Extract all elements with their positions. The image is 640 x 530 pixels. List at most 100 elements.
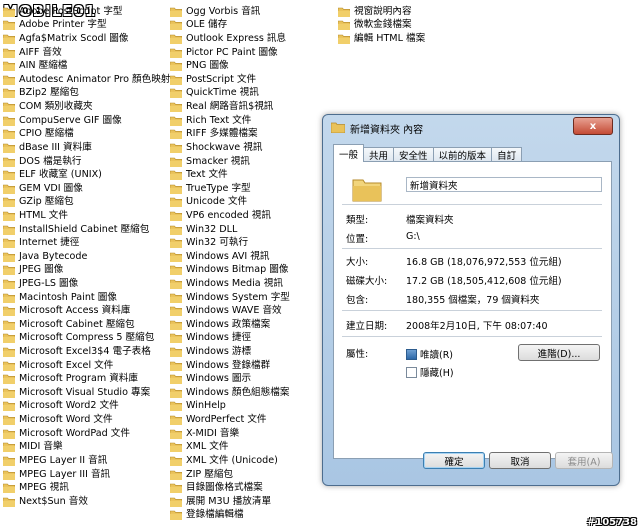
folder-item[interactable]: XML 文件 <box>170 441 290 455</box>
folder-item[interactable]: CompuServe GIF 圖像 <box>3 114 170 128</box>
folder-item[interactable]: JPEG-LS 圖像 <box>3 277 170 291</box>
folder-item[interactable]: Microsoft WordPad 文件 <box>3 427 170 441</box>
folder-item[interactable]: Text 文件 <box>170 168 290 182</box>
folder-item[interactable]: 展開 M3U 播放清單 <box>170 495 290 509</box>
folder-item[interactable]: Agfa$Matrix Scodl 圖像 <box>3 32 170 46</box>
folder-item[interactable]: PostScript 文件 <box>170 73 290 87</box>
folder-icon <box>170 7 182 17</box>
folder-item[interactable]: AIN 壓縮檔 <box>3 59 170 73</box>
folder-item[interactable]: Adobe Printer 字型 <box>3 19 170 33</box>
folder-label: Unicode 文件 <box>186 196 248 208</box>
folder-item[interactable]: MPEG 視訊 <box>3 481 170 495</box>
tab-sharing[interactable]: 共用 <box>363 147 395 162</box>
folder-icon <box>3 48 15 58</box>
folder-item[interactable]: Microsoft Program 資料庫 <box>3 372 170 386</box>
folder-item[interactable]: 登錄檔編輯檔 <box>170 509 290 523</box>
tab-customize[interactable]: 自訂 <box>491 147 523 162</box>
folder-item[interactable]: Windows System 字型 <box>170 291 290 305</box>
folder-item[interactable]: Outlook Express 訊息 <box>170 32 290 46</box>
apply-button[interactable]: 套用(A) <box>555 452 613 469</box>
folder-label: 編輯 HTML 檔案 <box>354 33 426 45</box>
folder-item[interactable]: Windows 顏色組態檔案 <box>170 386 290 400</box>
folder-item[interactable]: Win32 DLL <box>170 223 290 237</box>
tab-general[interactable]: 一般 <box>333 144 365 162</box>
folder-item[interactable]: MIDI 音樂 <box>3 441 170 455</box>
folder-item[interactable]: Windows WAVE 音效 <box>170 304 290 318</box>
folder-item[interactable]: BZip2 壓縮包 <box>3 87 170 101</box>
folder-item[interactable]: InstallShield Cabinet 壓縮包 <box>3 223 170 237</box>
folder-item[interactable]: Ogg Vorbis 音訊 <box>170 5 290 19</box>
folder-item[interactable]: CPIO 壓縮檔 <box>3 127 170 141</box>
folder-label: AIN 壓縮檔 <box>19 60 68 72</box>
folder-item[interactable]: Microsoft Visual Studio 專案 <box>3 386 170 400</box>
folder-item[interactable]: Autodesc Animator Pro 顏色映射 <box>3 73 170 87</box>
folder-item[interactable]: Windows Bitmap 圖像 <box>170 264 290 278</box>
folder-item[interactable]: 視窗說明內容 <box>338 5 425 19</box>
folder-item[interactable]: Next$Sun 音效 <box>3 495 170 509</box>
folder-item[interactable]: Microsoft Cabinet 壓縮包 <box>3 318 170 332</box>
folder-label: COM 類別收藏夾 <box>19 101 93 113</box>
advanced-button[interactable]: 進階(D)... <box>518 344 600 361</box>
folder-item[interactable]: QuickTime 視訊 <box>170 87 290 101</box>
folder-icon <box>3 197 15 208</box>
folder-item[interactable]: 編輯 HTML 檔案 <box>338 32 425 46</box>
folder-item[interactable]: Windows Media 視訊 <box>170 277 290 291</box>
folder-item[interactable]: Microsoft Compress 5 壓縮包 <box>3 332 170 346</box>
folder-item[interactable]: MPEG Layer III 音訊 <box>3 468 170 482</box>
folder-item[interactable]: XML 文件 (Unicode) <box>170 454 290 468</box>
folder-item[interactable]: Smacker 視訊 <box>170 155 290 169</box>
folder-item[interactable]: Internet 捷徑 <box>3 236 170 250</box>
folder-item[interactable]: 微軟金錢檔案 <box>338 19 425 33</box>
folder-item[interactable]: PNG 圖像 <box>170 59 290 73</box>
folder-item[interactable]: Shockwave 視訊 <box>170 141 290 155</box>
hidden-checkbox[interactable]: 隱藏(H) <box>406 365 454 379</box>
folder-item[interactable]: RIFF 多媒體檔案 <box>170 127 290 141</box>
folder-item[interactable]: OLE 儲存 <box>170 19 290 33</box>
folder-item[interactable]: JPEG 圖像 <box>3 264 170 278</box>
folder-item[interactable]: WinHelp <box>170 400 290 414</box>
folder-item[interactable]: Windows 捷徑 <box>170 332 290 346</box>
folder-item[interactable]: ZIP 壓縮包 <box>170 468 290 482</box>
folder-item[interactable]: GEM VDI 圖像 <box>3 182 170 196</box>
created-value: 2008年2月10日, 下午 08:07:40 <box>406 321 548 332</box>
folder-item[interactable]: GZip 壓縮包 <box>3 196 170 210</box>
folder-item[interactable]: AIFF 音效 <box>3 46 170 60</box>
folder-item[interactable]: Rich Text 文件 <box>170 114 290 128</box>
folder-name-field[interactable]: 新增資料夾 <box>406 177 602 192</box>
tab-security[interactable]: 安全性 <box>393 147 434 162</box>
folder-item[interactable]: Microsoft Excel 文件 <box>3 359 170 373</box>
tab-previous-versions[interactable]: 以前的版本 <box>432 147 493 162</box>
folder-item[interactable]: X-MIDI 音樂 <box>170 427 290 441</box>
folder-item[interactable]: MPEG Layer II 音訊 <box>3 454 170 468</box>
folder-item[interactable]: Microsoft Word2 文件 <box>3 400 170 414</box>
folder-item[interactable]: ELF 收藏室 (UNIX) <box>3 168 170 182</box>
folder-item[interactable]: Windows 政策檔案 <box>170 318 290 332</box>
folder-item[interactable]: Windows 登錄檔群 <box>170 359 290 373</box>
folder-item[interactable]: Java Bytecode <box>3 250 170 264</box>
folder-item[interactable]: HTML 文件 <box>3 209 170 223</box>
folder-item[interactable]: Windows AVI 視訊 <box>170 250 290 264</box>
folder-item[interactable]: WordPerfect 文件 <box>170 413 290 427</box>
folder-item[interactable]: COM 類別收藏夾 <box>3 100 170 114</box>
folder-item[interactable]: Windows 游標 <box>170 345 290 359</box>
folder-item[interactable]: TrueType 字型 <box>170 182 290 196</box>
folder-icon <box>170 143 182 153</box>
folder-item[interactable]: Win32 可執行 <box>170 236 290 250</box>
cancel-button[interactable]: 取消 <box>489 452 551 469</box>
folder-item[interactable]: dBase III 資料庫 <box>3 141 170 155</box>
folder-item[interactable]: Microsoft Word 文件 <box>3 413 170 427</box>
folder-item[interactable]: Adobe PostScript 字型 <box>3 5 170 19</box>
folder-item[interactable]: 目錄圖像格式檔案 <box>170 481 290 495</box>
folder-item[interactable]: Real 網路音訊$視訊 <box>170 100 290 114</box>
folder-item[interactable]: DOS 檔是執行 <box>3 155 170 169</box>
close-button[interactable]: x <box>573 117 613 135</box>
folder-item[interactable]: Unicode 文件 <box>170 196 290 210</box>
folder-item[interactable]: Macintosh Paint 圖像 <box>3 291 170 305</box>
folder-item[interactable]: VP6 encoded 視訊 <box>170 209 290 223</box>
folder-item[interactable]: Pictor PC Paint 圖像 <box>170 46 290 60</box>
folder-item[interactable]: Windows 圖示 <box>170 372 290 386</box>
ok-button[interactable]: 確定 <box>423 452 485 469</box>
folder-item[interactable]: Microsoft Excel3$4 電子表格 <box>3 345 170 359</box>
folder-item[interactable]: Microsoft Access 資料庫 <box>3 304 170 318</box>
readonly-checkbox[interactable]: 唯讀(R) <box>406 347 453 361</box>
